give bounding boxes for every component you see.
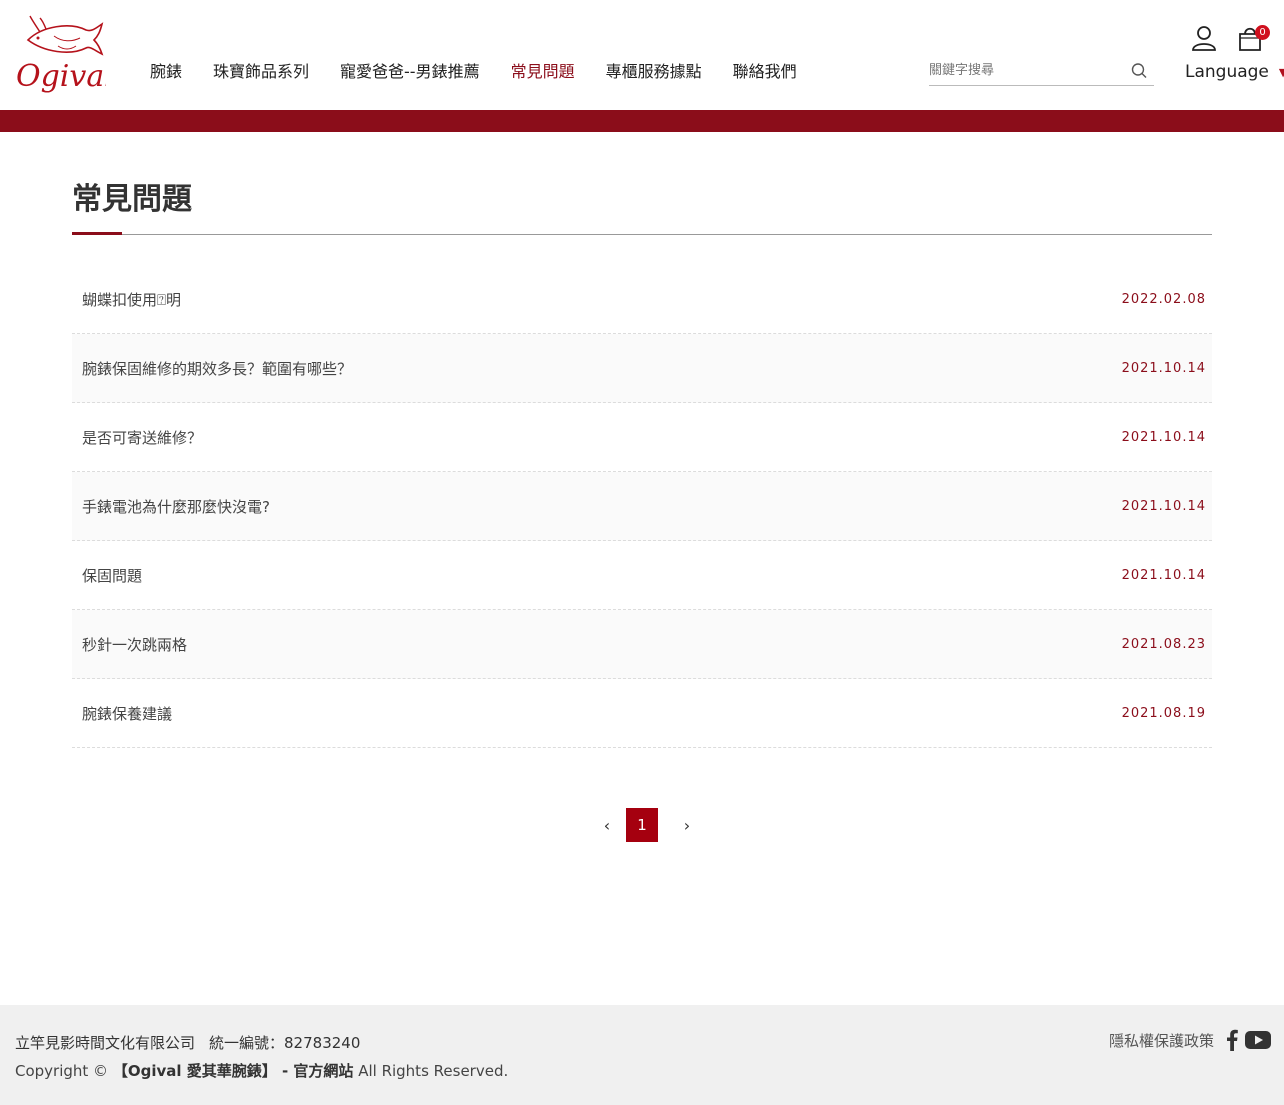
nav-item-contact[interactable]: 聯絡我們 — [733, 60, 797, 84]
svg-text:Ogival: Ogival — [16, 59, 106, 94]
faq-date: 2021.08.19 — [1121, 705, 1206, 721]
search-icon[interactable] — [1130, 62, 1148, 80]
copyright-site-name: 【Ogival 愛其華腕錶】 - 官方網站 — [112, 1062, 354, 1080]
faq-item[interactable]: 是否可寄送維修？ 2021.10.14 — [72, 403, 1212, 472]
user-icon[interactable] — [1191, 25, 1217, 51]
nav-item-stores[interactable]: 專櫃服務據點 — [606, 60, 702, 84]
faq-question: 保固問題 — [82, 566, 143, 585]
title-accent-bar — [72, 232, 122, 235]
faq-question: 腕錶保養建議 — [82, 704, 173, 723]
pagination: ‹ 1 › — [596, 808, 698, 842]
cart-button[interactable]: 0 — [1237, 25, 1271, 53]
faq-item[interactable]: 保固問題 2021.10.14 — [72, 541, 1212, 610]
page-number-current[interactable]: 1 — [626, 808, 658, 842]
facebook-icon[interactable] — [1226, 1029, 1238, 1051]
faq-date: 2021.08.23 — [1121, 636, 1206, 652]
site-header: Ogival 腕錶 珠寶飾品系列 寵愛爸爸--男錶推薦 常見問題 專櫃服務據點 … — [0, 0, 1284, 110]
copyright-suffix: All Rights Reserved. — [358, 1062, 509, 1080]
faq-question: 腕錶保固維修的期效多長？範圍有哪些？ — [82, 359, 353, 378]
caret-down-icon: ▼ — [1278, 65, 1284, 79]
faq-question: 蝴蝶扣使用⍰明 — [82, 290, 182, 309]
faq-question: 秒針一次跳兩格 — [82, 635, 188, 654]
nav-item-faq[interactable]: 常見問題 — [511, 60, 575, 84]
faq-item[interactable]: 腕錶保養建議 2021.08.19 — [72, 679, 1212, 748]
chevron-right-icon[interactable]: › — [676, 808, 698, 842]
chevron-left-icon[interactable]: ‹ — [596, 808, 618, 842]
copyright-prefix: Copyright © — [15, 1062, 109, 1080]
privacy-policy-link[interactable]: 隱私權保護政策 — [1109, 1030, 1214, 1051]
faq-list: 蝴蝶扣使用⍰明 2022.02.08 腕錶保固維修的期效多長？範圍有哪些？ 20… — [72, 265, 1212, 748]
faq-item[interactable]: 手錶電池為什麼那麼快沒電? 2021.10.14 — [72, 472, 1212, 541]
nav-item-watches[interactable]: 腕錶 — [150, 60, 182, 84]
footer-links: 隱私權保護政策 — [1109, 1029, 1272, 1051]
faq-question: 是否可寄送維修？ — [82, 428, 203, 447]
nav-item-fathers-day[interactable]: 寵愛爸爸--男錶推薦 — [340, 60, 480, 84]
tax-id: 統一編號：82783240 — [209, 1034, 361, 1052]
company-name: 立竿見影時間文化有限公司 — [15, 1034, 196, 1052]
language-label: Language — [1185, 62, 1269, 82]
faq-question: 手錶電池為什麼那麼快沒電? — [82, 497, 270, 516]
youtube-icon[interactable] — [1244, 1029, 1272, 1051]
ogival-fish-logo: Ogival — [16, 15, 114, 94]
language-selector[interactable]: Language ▼ — [1185, 62, 1284, 82]
faq-date: 2021.10.14 — [1121, 429, 1206, 445]
faq-date: 2022.02.08 — [1121, 291, 1206, 307]
header-banner-strip — [0, 110, 1284, 132]
faq-date: 2021.10.14 — [1121, 498, 1206, 514]
search-input[interactable] — [929, 56, 1119, 84]
title-divider — [72, 234, 1212, 235]
cart-count-badge: 0 — [1255, 25, 1270, 40]
search-box — [929, 56, 1154, 86]
copyright: Copyright © 【Ogival 愛其華腕錶】 - 官方網站 All Ri… — [15, 1060, 508, 1081]
nav-item-jewelry[interactable]: 珠寶飾品系列 — [213, 60, 309, 84]
company-info: 立竿見影時間文化有限公司 統一編號：82783240 — [15, 1032, 360, 1053]
page-title: 常見問題 — [72, 182, 192, 217]
faq-item[interactable]: 腕錶保固維修的期效多長？範圍有哪些？ 2021.10.14 — [72, 334, 1212, 403]
faq-item[interactable]: 秒針一次跳兩格 2021.08.23 — [72, 610, 1212, 679]
faq-item[interactable]: 蝴蝶扣使用⍰明 2022.02.08 — [72, 265, 1212, 334]
faq-date: 2021.10.14 — [1121, 360, 1206, 376]
main-nav: 腕錶 珠寶飾品系列 寵愛爸爸--男錶推薦 常見問題 專櫃服務據點 聯絡我們 — [150, 60, 828, 84]
ogival-logo[interactable]: Ogival — [14, 12, 114, 96]
site-footer: 立竿見影時間文化有限公司 統一編號：82783240 Copyright © 【O… — [0, 1005, 1284, 1105]
faq-date: 2021.10.14 — [1121, 567, 1206, 583]
